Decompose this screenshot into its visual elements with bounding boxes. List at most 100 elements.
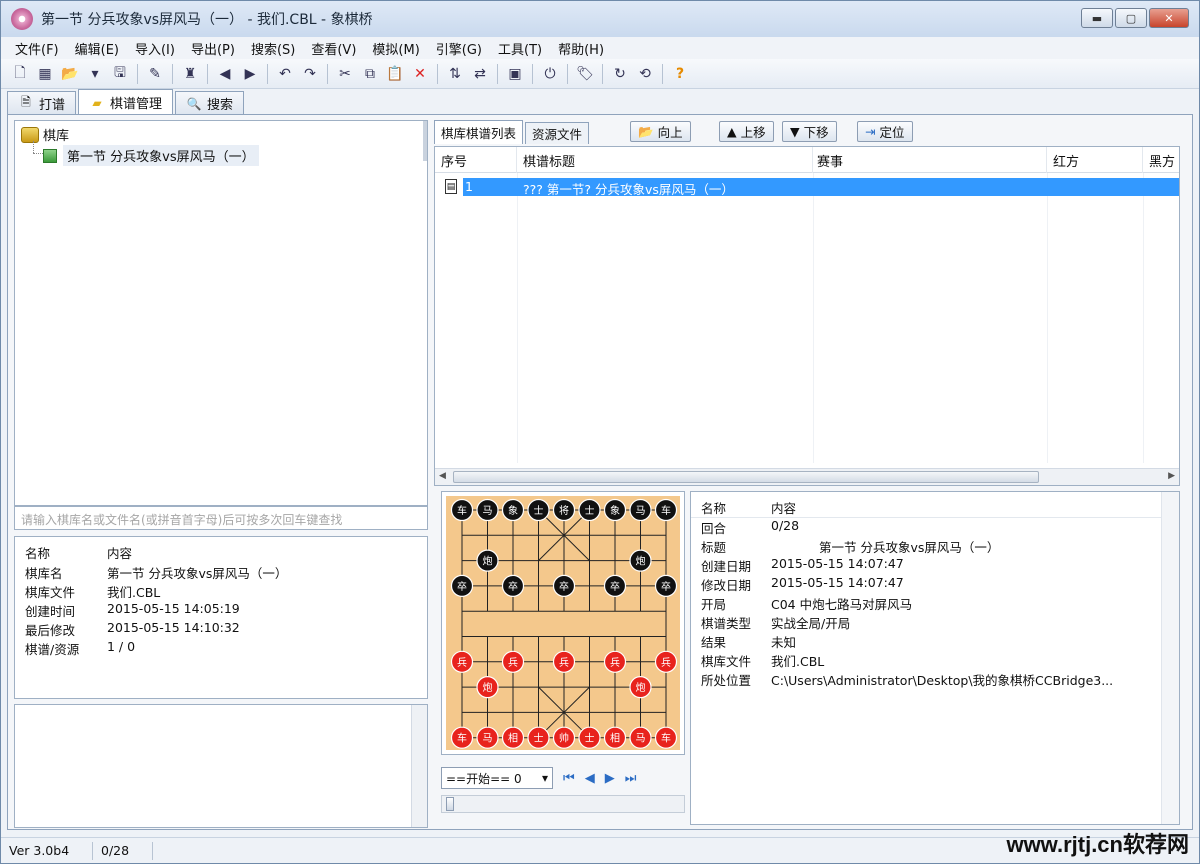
red-piece[interactable]: 兵 xyxy=(603,650,627,673)
xiangqi-board[interactable]: 车马象士将士象马车炮 炮卒卒卒卒卒兵兵兵兵兵炮 炮车马相士帅士相马车 xyxy=(442,492,684,754)
menu-item-6[interactable]: 模拟(M) xyxy=(364,39,427,58)
tab-resource-files[interactable]: 资源文件 xyxy=(525,122,590,144)
tag-icon[interactable]: 🏷 xyxy=(574,63,596,85)
col-black[interactable]: 黑方 xyxy=(1143,147,1179,173)
tree-child-node[interactable]: 第一节 分兵攻象vs屏风马（一） xyxy=(43,145,259,166)
red-piece[interactable]: 兵 xyxy=(654,650,678,673)
close-button[interactable]: ✕ xyxy=(1149,8,1189,28)
tree-root-node[interactable]: 棋库 xyxy=(21,125,69,144)
black-piece[interactable]: 士 xyxy=(578,498,601,522)
black-piece[interactable]: 卒 xyxy=(603,574,627,598)
menu-item-3[interactable]: 导出(P) xyxy=(183,39,243,58)
up-level-button[interactable]: 📂 向上 xyxy=(630,121,691,142)
black-piece[interactable]: 卒 xyxy=(654,574,678,598)
copy-icon[interactable]: ⧉ xyxy=(359,63,381,85)
refresh-icon[interactable]: ↻ xyxy=(609,63,631,85)
red-piece[interactable]: 车 xyxy=(450,726,474,749)
black-piece[interactable]: 象 xyxy=(501,498,525,522)
cut-icon[interactable]: ✂ xyxy=(334,63,356,85)
table-row[interactable]: 1 ??? 第一节? 分兵攻象vs屏风马（一） xyxy=(463,178,1179,197)
menu-item-4[interactable]: 搜索(S) xyxy=(243,39,303,58)
col-event[interactable]: 赛事 xyxy=(813,147,1047,173)
black-piece[interactable]: 车 xyxy=(450,498,474,522)
scrollbar-thumb[interactable] xyxy=(453,471,1039,483)
sort-icon[interactable]: ⇅ xyxy=(444,63,466,85)
move-down-button[interactable]: ▼ 下移 xyxy=(782,121,837,142)
undo-icon[interactable]: ↶ xyxy=(274,63,296,85)
menu-item-0[interactable]: 文件(F) xyxy=(7,39,67,58)
col-red[interactable]: 红方 xyxy=(1047,147,1143,173)
menu-item-9[interactable]: 帮助(H) xyxy=(550,39,612,58)
move-select[interactable]: ==开始== 0 ▾ xyxy=(441,767,553,789)
menu-item-7[interactable]: 引擎(G) xyxy=(428,39,490,58)
red-piece[interactable]: 车 xyxy=(654,726,678,749)
black-piece[interactable]: 炮 xyxy=(476,549,499,572)
tab-0[interactable]: 🗎 打谱 xyxy=(7,91,77,115)
menu-item-1[interactable]: 编辑(E) xyxy=(67,39,127,58)
black-piece[interactable]: 车 xyxy=(654,498,678,522)
piece-icon[interactable]: ♜ xyxy=(179,63,201,85)
move-up-button[interactable]: ▲ 上移 xyxy=(719,121,774,142)
redo-icon[interactable]: ↷ xyxy=(299,63,321,85)
window-icon[interactable]: ▣ xyxy=(504,63,526,85)
tree-scrollbar[interactable] xyxy=(423,121,427,161)
red-piece[interactable]: 相 xyxy=(501,726,525,749)
forward-icon[interactable]: ▶ xyxy=(239,63,261,85)
red-piece[interactable]: 马 xyxy=(476,726,499,749)
menu-item-8[interactable]: 工具(T) xyxy=(490,39,550,58)
open-icon[interactable]: 📂 xyxy=(59,63,81,85)
swap-icon[interactable]: ⇄ xyxy=(469,63,491,85)
delete-icon[interactable]: ✕ xyxy=(409,63,431,85)
red-piece[interactable]: 士 xyxy=(527,726,550,749)
library-search-input[interactable]: 请输入棋库名或文件名(或拼音首字母)后可按多次回车键查找 xyxy=(14,506,428,530)
scroll-right-icon[interactable]: ▶ xyxy=(1168,471,1175,481)
red-piece[interactable]: 马 xyxy=(629,726,652,749)
prev-move-button[interactable]: ◀ xyxy=(585,771,595,786)
help-icon[interactable]: ? xyxy=(669,63,691,85)
move-slider-knob[interactable] xyxy=(446,797,454,811)
black-piece[interactable]: 马 xyxy=(629,498,652,522)
power-icon[interactable]: ⏻ xyxy=(539,63,561,85)
black-piece[interactable]: 将 xyxy=(552,498,576,522)
red-piece[interactable]: 炮 xyxy=(476,676,499,699)
tab-game-list[interactable]: 棋库棋谱列表 xyxy=(434,120,524,144)
list-horizontal-scrollbar[interactable]: ◀ ▶ xyxy=(435,468,1179,485)
first-move-button[interactable]: ⏮ xyxy=(563,771,575,786)
back-icon[interactable]: ◀ xyxy=(214,63,236,85)
black-piece[interactable]: 马 xyxy=(476,498,499,522)
red-piece[interactable]: 兵 xyxy=(552,650,576,673)
black-piece[interactable]: 卒 xyxy=(450,574,474,598)
col-title[interactable]: 棋谱标题 xyxy=(517,147,813,173)
new-file-icon[interactable]: 🗋 xyxy=(9,63,31,85)
black-piece[interactable]: 象 xyxy=(603,498,627,522)
edit-icon[interactable]: ✎ xyxy=(144,63,166,85)
locate-button[interactable]: ⇥ 定位 xyxy=(857,121,913,142)
tab-2[interactable]: 🔍 搜索 xyxy=(175,91,245,115)
black-piece[interactable]: 卒 xyxy=(552,574,576,598)
red-piece[interactable]: 炮 xyxy=(629,676,652,699)
tab-1[interactable]: ▰ 棋谱管理 xyxy=(78,89,174,115)
red-piece[interactable]: 士 xyxy=(578,726,601,749)
menu-item-5[interactable]: 查看(V) xyxy=(303,39,364,58)
details-scrollbar[interactable] xyxy=(1161,492,1179,824)
next-move-button[interactable]: ▶ xyxy=(605,771,615,786)
black-piece[interactable]: 炮 xyxy=(629,549,652,572)
red-piece[interactable]: 兵 xyxy=(450,650,474,673)
red-piece[interactable]: 帅 xyxy=(552,726,576,749)
scroll-left-icon[interactable]: ◀ xyxy=(439,471,446,481)
red-piece[interactable]: 兵 xyxy=(501,650,525,673)
sync-icon[interactable]: ⟲ xyxy=(634,63,656,85)
minimize-button[interactable]: ▬ xyxy=(1081,8,1113,28)
paste-icon[interactable]: 📋 xyxy=(384,63,406,85)
maximize-button[interactable]: ▢ xyxy=(1115,8,1147,28)
black-piece[interactable]: 士 xyxy=(527,498,550,522)
notes-scrollbar[interactable] xyxy=(411,705,427,827)
dropdown-icon[interactable]: ▾ xyxy=(84,63,106,85)
menu-item-2[interactable]: 导入(I) xyxy=(127,39,183,58)
board-icon[interactable]: ▦ xyxy=(34,63,56,85)
save-icon[interactable]: 🖫 xyxy=(109,63,131,85)
last-move-button[interactable]: ⏭ xyxy=(625,771,637,786)
notes-panel[interactable] xyxy=(14,704,428,828)
black-piece[interactable]: 卒 xyxy=(501,574,525,598)
move-slider[interactable] xyxy=(441,795,685,813)
